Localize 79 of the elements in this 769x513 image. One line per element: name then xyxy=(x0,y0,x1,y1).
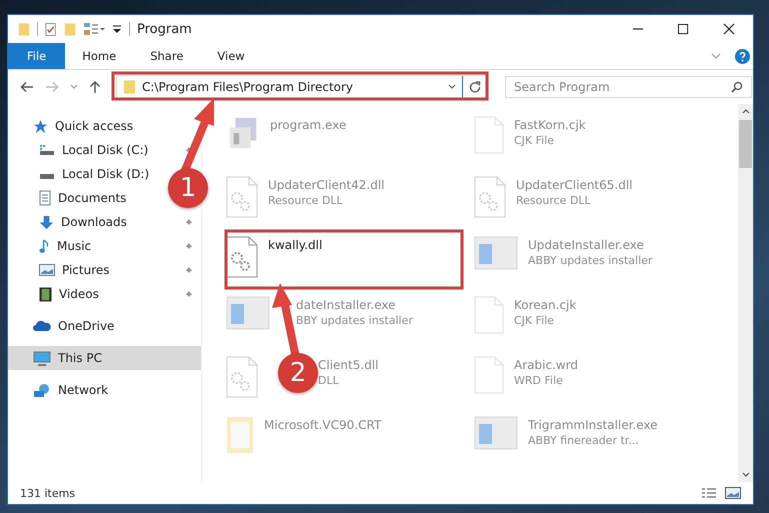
recent-icon[interactable] xyxy=(70,84,78,90)
folder-icon xyxy=(123,79,136,95)
ribbon-tab[interactable]: Share xyxy=(133,43,200,69)
file-type: WRD File xyxy=(514,374,564,387)
refresh-icon[interactable] xyxy=(469,81,481,93)
up-icon[interactable] xyxy=(89,80,101,94)
pin-icon[interactable] xyxy=(184,218,193,226)
star-icon xyxy=(33,118,48,134)
window-title: Program xyxy=(137,22,192,36)
file-type: BBY updates installer xyxy=(296,314,413,327)
layout-icon[interactable] xyxy=(83,22,105,36)
sidebar-item[interactable]: Network xyxy=(8,378,201,402)
large-icons-view-icon[interactable] xyxy=(725,487,741,499)
pin-icon[interactable] xyxy=(184,146,193,154)
gear-file-icon xyxy=(226,236,258,278)
sidebar-label: Quick access xyxy=(55,119,134,133)
installer-icon xyxy=(474,236,518,270)
ribbon-tab[interactable]: Home xyxy=(65,43,134,69)
sidebar-label: OneDrive xyxy=(58,319,114,333)
address-path: C:\Program Files\Program Directory xyxy=(142,80,354,94)
pin-icon[interactable] xyxy=(184,290,193,298)
scrollbar[interactable] xyxy=(738,104,753,482)
folder-icon xyxy=(226,416,254,454)
music-note-icon xyxy=(39,238,50,254)
file-icon xyxy=(474,356,504,394)
properties-icon[interactable] xyxy=(45,22,57,36)
sidebar-label: Network xyxy=(58,383,108,397)
item-count: 131 items xyxy=(20,486,76,500)
gear-file-icon xyxy=(226,176,258,218)
customize-icon[interactable] xyxy=(112,24,122,34)
installer-icon xyxy=(474,416,518,450)
file-icon xyxy=(474,296,504,334)
close-icon[interactable] xyxy=(723,23,735,35)
scroll-up-icon[interactable] xyxy=(742,108,750,114)
file-icon xyxy=(474,116,504,154)
scroll-down-icon[interactable] xyxy=(742,472,750,478)
dropdown-icon[interactable] xyxy=(448,84,456,90)
maximize-icon[interactable] xyxy=(678,24,689,34)
file-type: ABBY updates installer xyxy=(528,254,652,267)
scroll-thumb[interactable] xyxy=(739,120,752,168)
sidebar-item[interactable]: OneDrive xyxy=(8,314,201,338)
address-bar[interactable]: C:\Program Files\Program Directory xyxy=(116,75,488,99)
sidebar-item[interactable]: Pictures xyxy=(62,263,110,277)
download-arrow-icon xyxy=(39,214,54,230)
sidebar-label: This PC xyxy=(58,351,102,365)
pin-icon[interactable] xyxy=(184,242,193,250)
file-type: CJK File xyxy=(514,134,556,147)
monitor-icon xyxy=(33,350,51,366)
sidebar-item[interactable]: Local Disk (D:) xyxy=(62,167,150,181)
ribbon-tab[interactable]: View xyxy=(200,43,262,69)
sidebar-item[interactable]: Local Disk (C:) xyxy=(62,143,148,157)
document-icon xyxy=(39,190,51,206)
drive-icon xyxy=(39,144,55,156)
sidebar-item[interactable]: Quick access xyxy=(8,114,201,138)
file-type: CJK File xyxy=(514,314,556,327)
picture-icon xyxy=(39,264,55,276)
sidebar-item[interactable]: Music xyxy=(57,239,92,253)
installer-icon xyxy=(226,296,270,330)
pin-icon[interactable] xyxy=(184,266,193,274)
sidebar-item[interactable]: Videos xyxy=(59,287,99,301)
gear-file-icon xyxy=(226,356,258,398)
gear-file-icon xyxy=(474,176,506,218)
network-icon xyxy=(33,382,51,398)
expand-ribbon-icon[interactable] xyxy=(711,53,721,59)
search-field[interactable]: Search Program xyxy=(505,76,752,98)
sidebar-item[interactable]: This PC xyxy=(8,346,201,370)
cloud-icon xyxy=(33,320,51,332)
back-icon[interactable] xyxy=(20,81,34,93)
file-type: ABBY finereader tr... xyxy=(528,434,640,447)
file-name[interactable]: kwally.dll xyxy=(268,238,322,252)
file-type: Resource DLL xyxy=(516,194,592,207)
help-icon[interactable] xyxy=(735,48,750,64)
search-icon[interactable] xyxy=(731,81,743,93)
file-type: Resource DLL xyxy=(268,194,344,207)
sidebar-item[interactable]: Downloads xyxy=(61,215,127,229)
file-type: DLL xyxy=(318,374,340,387)
film-icon xyxy=(39,286,52,302)
sidebar-item[interactable]: Documents xyxy=(58,191,126,205)
details-view-icon[interactable] xyxy=(701,487,717,499)
